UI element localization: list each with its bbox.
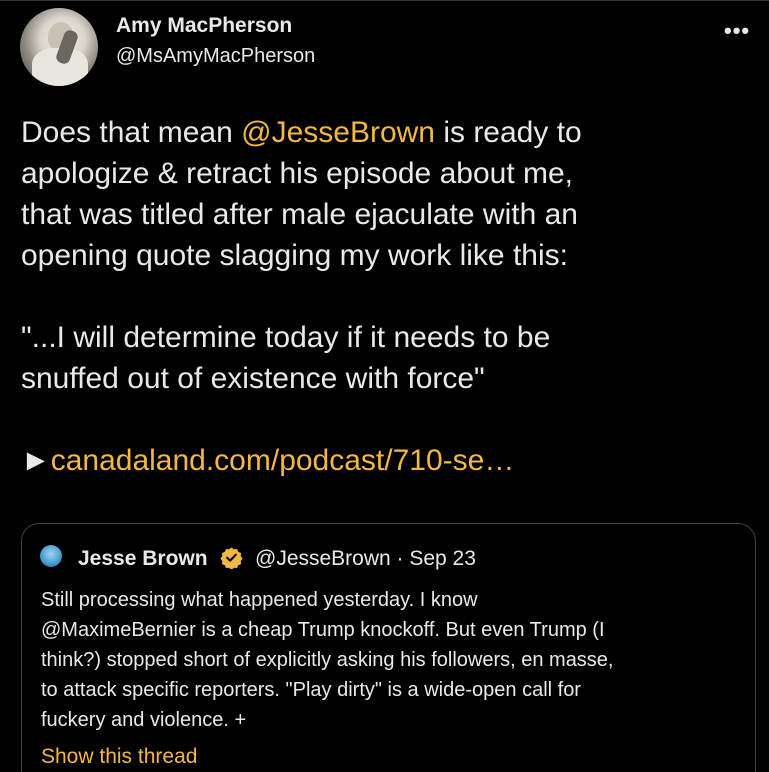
external-link[interactable]: canadaland.com/podcast/710-se…: [51, 444, 515, 477]
quoted-line: think?) stopped short of explicitly aski…: [41, 649, 614, 671]
quoted-tweet-text: Still processing what happened yesterday…: [41, 585, 746, 735]
tweet-line: apologize & retract his episode about me…: [21, 157, 573, 190]
quoted-author-name: Jesse Brown: [78, 547, 208, 570]
quoted-line: fuckery and violence. +: [41, 709, 247, 731]
quoted-line: Still processing what happened yesterday…: [41, 589, 478, 611]
author-avatar[interactable]: [20, 8, 98, 86]
tweet-link-line: ►canadaland.com/podcast/710-se…: [21, 440, 756, 481]
more-options-icon[interactable]: •••: [724, 18, 750, 44]
tweet-text: Does that mean @JesseBrown is ready to a…: [21, 112, 756, 481]
tweet-line: that was titled after male ejaculate wit…: [21, 198, 578, 231]
quoted-line: to attack specific reporters. "Play dirt…: [41, 679, 581, 701]
tweet-line: "...I will determine today if it needs t…: [21, 321, 551, 354]
tweet-line: snuffed out of existence with force": [21, 362, 485, 395]
quoted-handle-date: @JesseBrown · Sep 23: [255, 547, 476, 570]
tweet-line: opening quote slagging my work like this…: [21, 239, 568, 272]
tweet-page: Amy MacPherson @MsAmyMacPherson ••• Does…: [0, 0, 769, 772]
tweet-line: Does that mean @JesseBrown is ready to: [21, 112, 756, 153]
quoted-tweet-card[interactable]: Jesse Brown @JesseBrown · Sep 23 Still p…: [21, 523, 756, 772]
show-thread-link[interactable]: Show this thread: [41, 745, 197, 769]
author-display-name[interactable]: Amy MacPherson: [116, 14, 292, 38]
arrow-icon: ►: [21, 444, 51, 477]
mention-link[interactable]: @JesseBrown: [241, 116, 435, 149]
author-handle[interactable]: @MsAmyMacPherson: [116, 45, 315, 68]
verified-badge-icon: [220, 547, 243, 569]
quoted-line: @MaximeBernier is a cheap Trump knockoff…: [41, 619, 605, 641]
tweet-text-fragment: is ready to: [434, 116, 582, 149]
tweet-text-fragment: Does that mean: [21, 116, 242, 149]
top-divider: [0, 0, 769, 1]
quoted-author-avatar: [40, 545, 62, 567]
